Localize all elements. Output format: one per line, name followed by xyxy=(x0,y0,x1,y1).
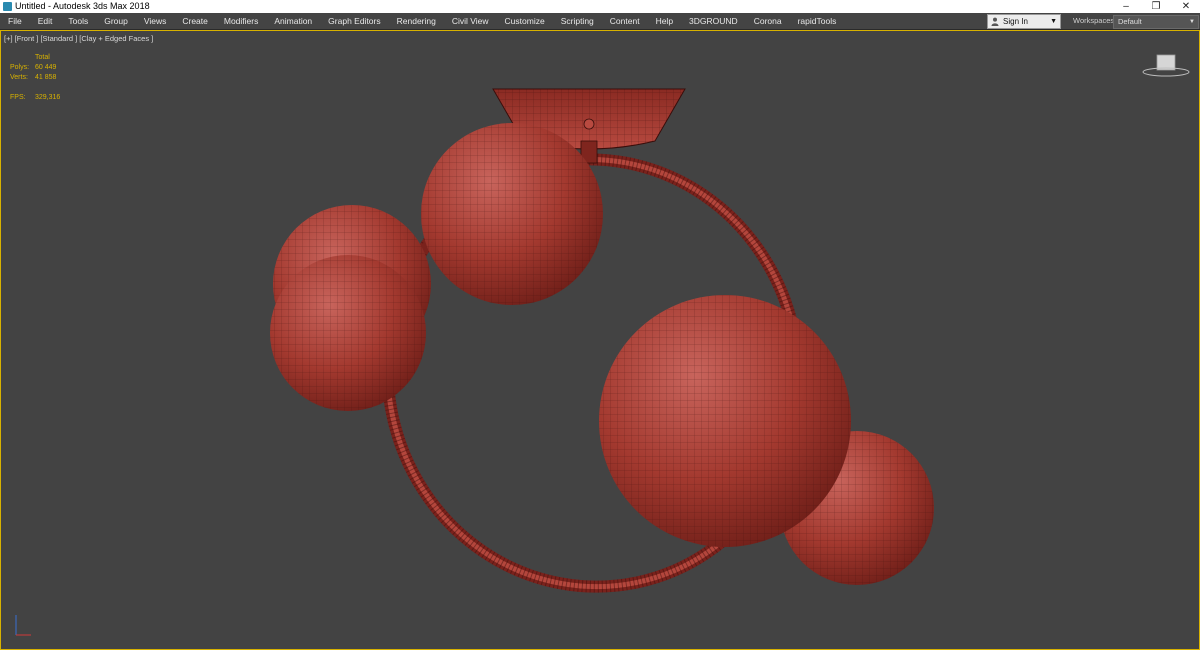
workspaces-value: Default xyxy=(1118,17,1142,26)
menu-tools[interactable]: Tools xyxy=(60,13,96,29)
fps-label: FPS: xyxy=(10,94,26,101)
window-title: Untitled - Autodesk 3ds Max 2018 xyxy=(15,1,150,11)
menu-create[interactable]: Create xyxy=(174,13,216,29)
stats-header: Total xyxy=(35,54,50,61)
menu-customize[interactable]: Customize xyxy=(497,13,553,29)
polys-value: 60 449 xyxy=(35,64,57,71)
menu-views[interactable]: Views xyxy=(136,13,175,29)
menu-civil-view[interactable]: Civil View xyxy=(444,13,497,29)
axis-gizmo-icon xyxy=(15,615,31,636)
app-icon xyxy=(3,2,12,11)
chevron-down-icon: ▼ xyxy=(1050,18,1057,25)
sphere-large-right-wireframe xyxy=(599,295,851,547)
menu-rendering[interactable]: Rendering xyxy=(389,13,444,29)
sign-in-dropdown[interactable]: Sign In ▼ xyxy=(987,14,1061,29)
fps-value: 329,316 xyxy=(35,94,61,101)
verts-label: Verts: xyxy=(10,74,28,81)
sign-in-label: Sign In xyxy=(1003,17,1028,26)
front-viewport[interactable]: [+] [Front ] [Standard ] [Clay + Edged F… xyxy=(0,30,1200,650)
menu-group[interactable]: Group xyxy=(96,13,136,29)
menu-animation[interactable]: Animation xyxy=(266,13,320,29)
bowl-bolt xyxy=(583,118,595,130)
menu-3dground[interactable]: 3DGROUND xyxy=(681,13,746,29)
menu-modifiers[interactable]: Modifiers xyxy=(216,13,266,29)
menu-file[interactable]: File xyxy=(0,13,30,29)
menu-corona[interactable]: Corona xyxy=(746,13,790,29)
workspaces-label: Workspaces: xyxy=(1073,16,1117,25)
viewport-label[interactable]: [+] [Front ] [Standard ] [Clay + Edged F… xyxy=(4,34,153,43)
menu-graph-editors[interactable]: Graph Editors xyxy=(320,13,388,29)
menu-rapidtools[interactable]: rapidTools xyxy=(790,13,845,29)
menu-content[interactable]: Content xyxy=(602,13,648,29)
close-button[interactable]: ✕ xyxy=(1172,0,1200,13)
scene-3d-render[interactable] xyxy=(1,31,1199,649)
menu-list: File Edit Tools Group Views Create Modif… xyxy=(0,13,844,29)
title-bar: Untitled - Autodesk 3ds Max 2018 – ❐ ✕ xyxy=(0,0,1200,13)
restore-button[interactable]: ❐ xyxy=(1142,0,1170,13)
minimize-button[interactable]: – xyxy=(1112,0,1140,13)
workspaces-select[interactable]: Default ▼ xyxy=(1113,15,1199,29)
sphere-top-wireframe xyxy=(421,123,603,305)
menu-edit[interactable]: Edit xyxy=(30,13,61,29)
menu-help[interactable]: Help xyxy=(648,13,681,29)
polys-label: Polys: xyxy=(10,64,30,71)
viewcube-icon[interactable] xyxy=(1141,51,1191,81)
verts-value: 41 858 xyxy=(35,74,57,81)
sphere-front-left-wireframe xyxy=(270,255,426,411)
menu-bar: File Edit Tools Group Views Create Modif… xyxy=(0,13,1200,30)
menu-scripting[interactable]: Scripting xyxy=(553,13,602,29)
user-icon xyxy=(991,17,999,26)
chevron-down-icon: ▼ xyxy=(1189,19,1195,25)
